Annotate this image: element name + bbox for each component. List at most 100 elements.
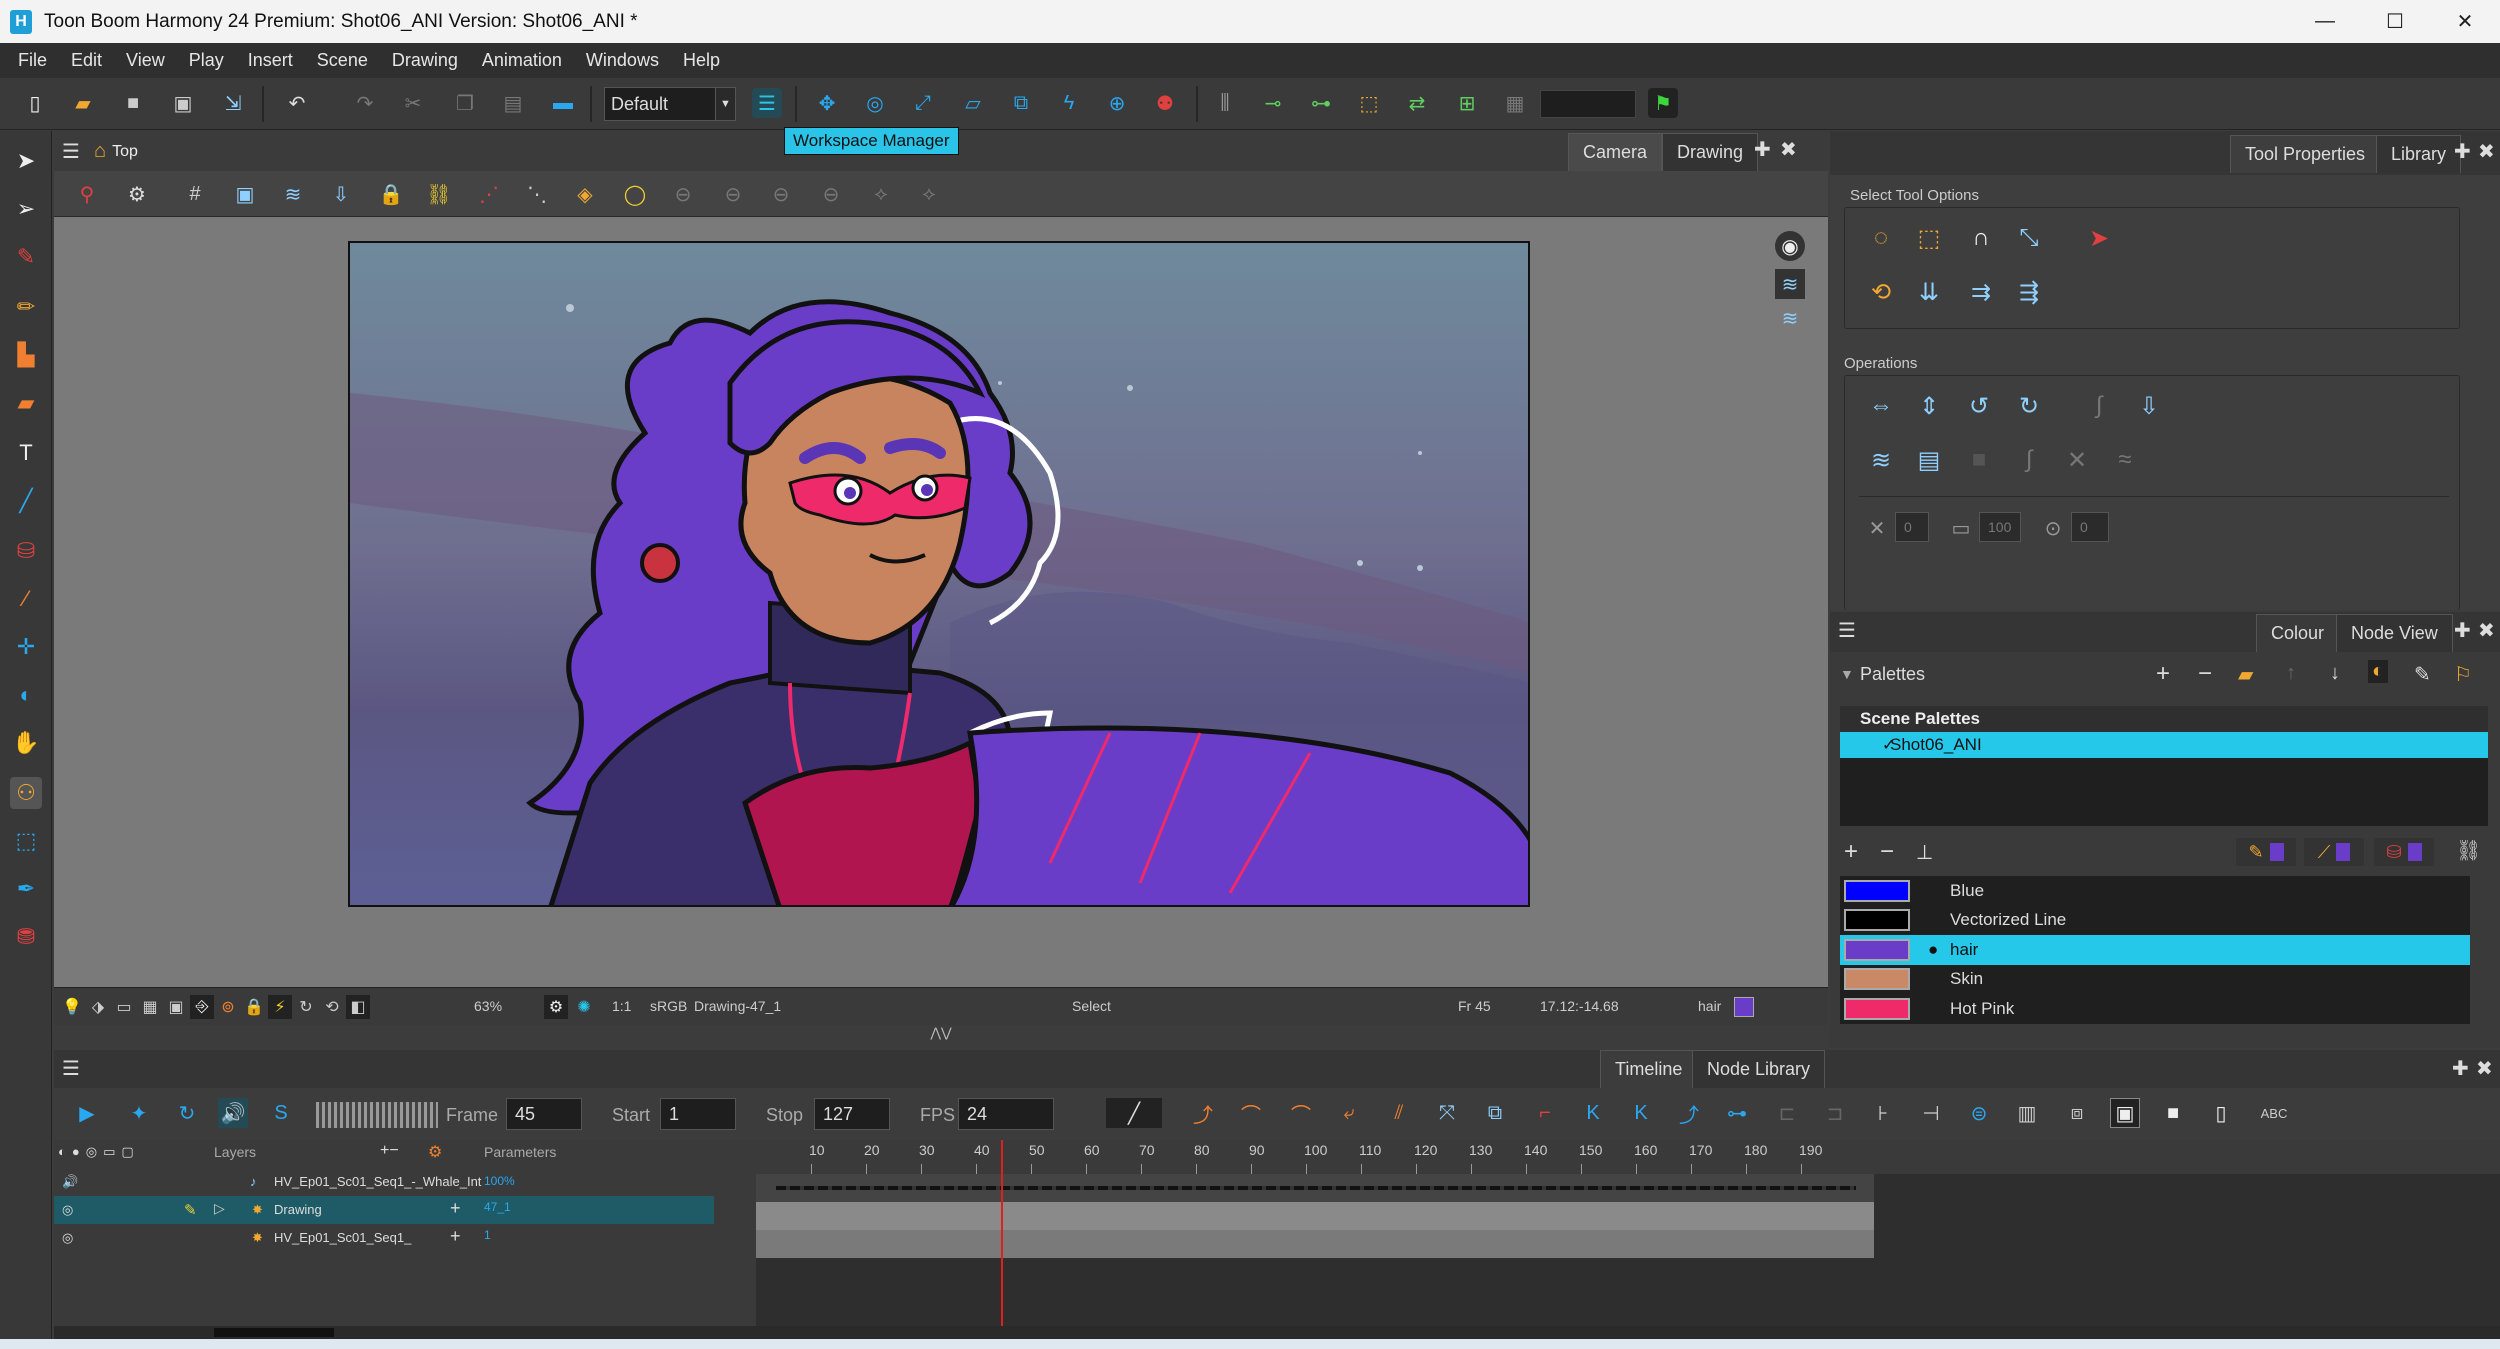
drawing-exposure-row[interactable] [756,1202,1874,1230]
rotate-cw-icon[interactable]: ↻ [2011,388,2047,424]
permanent-selection-icon[interactable]: ⟲ [1863,274,1899,310]
swatch-row[interactable]: Hot Pink [1840,994,2470,1024]
layer-up-icon[interactable]: ⊖ [718,179,748,209]
paint-colour-swatch[interactable]: ⛁ [2374,838,2434,866]
remove-icon[interactable]: ✕ [2059,442,2095,478]
flatten-icon[interactable]: ⇶ [2011,274,2047,310]
interpolation-icon[interactable]: ╱ [1106,1098,1162,1128]
empty-dropdown[interactable] [1540,90,1636,118]
expand-icon[interactable]: ⤧ [1432,1098,1462,1128]
tab-timeline[interactable]: Timeline [1600,1050,1698,1088]
stop-field[interactable]: 127 [814,1098,890,1130]
timeline-scrollbar[interactable] [54,1326,2500,1339]
reset-all-icon[interactable]: ⊶ [1306,88,1336,118]
palette-browser-icon[interactable]: ✎ [2414,662,2431,687]
layer-down-icon[interactable]: ⊖ [668,179,698,209]
inverse-kinematics-icon[interactable]: ⚉ [1150,88,1180,118]
light-table-icon[interactable]: ⇩ [326,179,356,209]
menu-icon[interactable]: ☰ [1838,618,1856,643]
record-icon[interactable]: ▣ [2110,1098,2140,1128]
flip-horizontal-icon[interactable]: ⇔ [1863,388,1899,424]
morph-key-icon[interactable]: ◈ [570,179,600,209]
add-colour-icon[interactable]: + [1844,838,1858,866]
rotate-icon[interactable]: ◎ [860,88,890,118]
new-scene-icon[interactable]: ▯ [20,88,50,118]
workspace-manager-icon[interactable]: ☰ [752,88,782,118]
create-colour-art-icon[interactable]: ▤ [1911,442,1947,478]
convert-icon[interactable]: ■ [1961,442,1997,478]
bone-tool-icon[interactable]: ⚇ [10,777,42,809]
close-view-icon[interactable]: ✖ [1780,137,1797,162]
expand-arrow-icon[interactable]: ▷ [214,1200,225,1217]
tab-tool-properties[interactable]: Tool Properties [2230,135,2381,173]
morph-icon[interactable]: ⊕ [1102,88,1132,118]
settings-gear-icon[interactable]: ⚙ [122,179,152,209]
fill-colour-swatch[interactable]: ⟋ [2304,838,2364,866]
timeline-frames[interactable]: 10 20 30 40 50 60 70 80 90 100 110 120 130 140 150 160 1… [756,1140,2500,1326]
visibility-icon[interactable]: ● [72,1144,80,1160]
transform-icon[interactable]: ✥ [812,88,842,118]
bounding-box-icon[interactable]: ⬚ [1354,88,1384,118]
close-panel-icon[interactable]: ✖ [2478,618,2495,643]
optimize-icon[interactable]: ∫ [2011,442,2047,478]
keyframe-icon[interactable]: ⤶ [1334,1098,1364,1128]
zoom-tool-icon[interactable]: ⛃ [10,921,42,953]
layer-bottom-icon[interactable]: ⊖ [816,179,846,209]
cutter-tool-icon[interactable]: ◐ [10,679,42,711]
add-param-icon[interactable]: + [450,1226,461,1247]
library-icon[interactable]: ▬ [548,88,578,118]
background-exposure-row[interactable] [756,1230,1874,1258]
lock-status-icon[interactable]: 🔒 [242,995,266,1019]
play-selection-icon[interactable]: ✦ [124,1098,154,1128]
constant-segment-icon[interactable]: ⊶ [1722,1098,1752,1128]
rotate-ccw-icon[interactable]: ↺ [1961,388,1997,424]
transform-tool-icon[interactable]: ⤡ [2011,220,2047,256]
light-icon[interactable]: 💡 [60,995,84,1019]
link-colour-icon[interactable]: ⊥ [1916,840,1933,865]
palette-mode-icon[interactable]: ◐ [2368,660,2389,683]
add-layer-icon[interactable]: +− [380,1142,399,1160]
flip-vertical-icon[interactable]: ⇕ [1911,388,1947,424]
onion-skin-range-icon[interactable]: ⊜ [1964,1098,1994,1128]
gear-icon[interactable]: ⚙ [544,995,568,1019]
line-tool-icon[interactable]: ╱ [10,485,42,517]
sound-toggle-icon[interactable]: ◐ [58,1144,66,1160]
menu-file[interactable]: File [6,50,59,71]
snap-magnet-icon[interactable]: ∩ [1963,220,1999,256]
pencil-tool-icon[interactable]: ✏ [10,291,42,323]
copy-icon[interactable]: ❐ [450,88,480,118]
grid-status-icon[interactable]: ▦ [138,995,162,1019]
add-panel-icon[interactable]: ✚ [2452,1056,2469,1081]
layer-top-icon[interactable]: ⊖ [766,179,796,209]
render-icon[interactable]: ◧ [346,995,370,1019]
sound-icon[interactable]: 🔊 [218,1098,248,1128]
pivot-tool-icon[interactable]: ✛ [10,631,42,663]
redo-icon[interactable]: ↷ [350,88,380,118]
eraser-tool-icon[interactable]: ▰ [10,387,42,419]
add-panel-icon[interactable]: ✚ [2454,139,2471,164]
stroke-icon[interactable]: ⋱ [522,179,552,209]
lock-all-icon[interactable]: ⛓ [424,179,454,209]
rotate-view-icon[interactable]: ↻ [294,995,318,1019]
paint-tool-icon[interactable]: ⛁ [10,535,42,567]
hand-tool-icon[interactable]: ✋ [10,727,42,759]
swatch-row[interactable]: Vectorized Line [1840,906,2470,936]
palette-lock-icon[interactable]: ⚐ [2454,662,2472,687]
reset-view-icon[interactable]: ⟲ [320,995,344,1019]
tab-node-view[interactable]: Node View [2336,614,2453,652]
ease-icon[interactable]: ⤴ [1188,1098,1218,1128]
remove-frame-icon[interactable]: ⊣ [1916,1098,1946,1128]
color-space[interactable]: sRGB [650,998,687,1014]
menu-windows[interactable]: Windows [574,50,671,71]
remove-palette-icon[interactable]: − [2198,660,2212,688]
lock-icon[interactable]: 🔒 [376,179,406,209]
frame-ruler[interactable]: 10 20 30 40 50 60 70 80 90 100 110 120 130 140 150 160 1… [756,1140,2500,1174]
mirror-icon[interactable]: ⟡ [914,179,944,209]
lasso-icon[interactable]: ◌ [1863,220,1899,256]
grid-toggle-icon[interactable]: ▦ [1500,88,1530,118]
node-switch-icon[interactable]: ⇄ [1402,88,1432,118]
remove-colour-icon[interactable]: − [1880,838,1894,866]
reset-icon[interactable]: ⊸ [1258,88,1288,118]
spline-offset-icon[interactable]: ϟ [1054,88,1084,118]
workspace-select[interactable]: Default ▼ [604,87,736,121]
